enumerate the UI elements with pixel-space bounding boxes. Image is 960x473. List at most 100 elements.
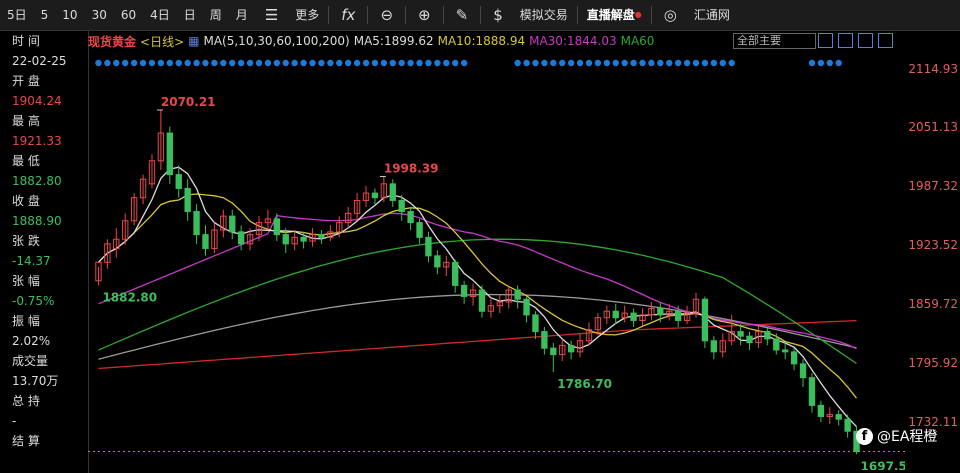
period-5[interactable]: 4日 xyxy=(143,0,177,30)
info-label-3: 最 低 xyxy=(12,154,40,168)
fx678-icon[interactable]: ◎ xyxy=(654,6,687,24)
candle-body xyxy=(460,284,468,297)
signal-dot xyxy=(344,59,352,67)
candle-body xyxy=(202,234,209,249)
info-panel: 时 间 22-02-25 开 盘 1904.24 最 高 1921.33 最 低 1882.8… xyxy=(0,31,89,473)
candle-body xyxy=(674,310,682,321)
candle-body xyxy=(808,377,816,406)
candle-body xyxy=(817,404,825,417)
live-button[interactable]: 直播解盘● xyxy=(580,0,649,30)
signal-dot xyxy=(416,59,423,67)
period-3[interactable]: 30 xyxy=(85,0,114,30)
draw-pen-icon[interactable]: ✎ xyxy=(446,6,479,24)
candle-body xyxy=(567,344,575,353)
candle-body xyxy=(835,414,842,420)
ma10-line xyxy=(98,193,858,399)
view-select[interactable]: 全部主要 xyxy=(733,33,816,49)
period-0[interactable]: 5日 xyxy=(0,0,34,30)
fx-button[interactable]: fx xyxy=(331,6,365,24)
layout-view-icon[interactable] xyxy=(878,33,893,48)
signal-dot xyxy=(184,59,191,67)
period-2[interactable]: 10 xyxy=(55,0,84,30)
signal-dot xyxy=(701,59,709,67)
candle-body xyxy=(799,363,807,379)
period-6[interactable]: 日 xyxy=(177,0,203,30)
signal-dot xyxy=(202,59,209,67)
ma200-line xyxy=(98,319,857,370)
signal-dot xyxy=(95,59,102,67)
signal-dot xyxy=(166,59,174,67)
ma-params[interactable]: MA(5,10,30,60,100,200) xyxy=(203,34,349,48)
candle-body xyxy=(532,314,539,333)
split-view-icon[interactable] xyxy=(838,33,853,48)
trade-icon[interactable]: $ xyxy=(483,6,513,24)
candle-body xyxy=(425,236,432,257)
candle-body xyxy=(657,307,664,316)
candle-body xyxy=(434,255,441,268)
y-tick-label: 1795.92 xyxy=(908,355,958,370)
signal-dot xyxy=(826,59,833,67)
signal-dot xyxy=(559,59,566,67)
signal-dot xyxy=(139,59,147,67)
signal-dot xyxy=(719,59,726,67)
signal-dot xyxy=(211,59,218,67)
period-1[interactable]: 5 xyxy=(34,0,56,30)
signal-dot xyxy=(523,59,530,67)
candle-body xyxy=(514,289,521,300)
signal-dot xyxy=(380,59,388,67)
signal-dot xyxy=(674,59,682,67)
info-value-4: 1888.90 xyxy=(12,214,62,228)
ma5-legend: MA5:1899.62 xyxy=(353,34,434,48)
candle-body xyxy=(452,261,459,286)
fx678-button[interactable]: 汇通网 xyxy=(687,0,737,30)
period-label[interactable]: <日线> xyxy=(140,33,184,50)
signal-dot xyxy=(603,59,611,67)
info-label-8: 成交量 xyxy=(12,354,49,368)
candle-body xyxy=(371,192,379,199)
more-icon[interactable]: ☰ xyxy=(255,6,288,24)
info-label-4: 收 盘 xyxy=(12,194,40,208)
candle-body xyxy=(790,351,798,365)
signal-dot xyxy=(389,59,396,67)
more-button[interactable]: 更多 xyxy=(288,0,326,30)
period-4[interactable]: 60 xyxy=(114,0,143,30)
period-8[interactable]: 月 xyxy=(229,0,255,30)
candle-body xyxy=(300,236,307,242)
candlestick-chart[interactable]: 2070.21 1998.39 1882.80 1786.70 1697.53 xyxy=(88,50,905,470)
signal-dot xyxy=(460,59,468,67)
view-mode-icons xyxy=(818,33,898,48)
trade-button[interactable]: 模拟交易 xyxy=(513,0,575,30)
y-tick-label: 2114.93 xyxy=(908,61,958,76)
annotation-label-3: 1786.70 xyxy=(557,377,612,391)
candle-body xyxy=(273,218,281,236)
info-value-7: 2.02% xyxy=(12,334,51,348)
signal-dot xyxy=(309,59,316,67)
zoom-in-icon[interactable]: ⊕ xyxy=(408,6,441,24)
y-axis: 2114.93 2051.13 1987.32 1923.52 1859.72 1795.… xyxy=(905,45,960,465)
signal-dot xyxy=(371,59,379,67)
info-value-2: 1921.33 xyxy=(12,134,62,148)
candle-body xyxy=(175,174,182,189)
signal-dot xyxy=(130,59,138,67)
signal-dot xyxy=(327,59,334,67)
signal-dot xyxy=(175,59,182,67)
signal-dot xyxy=(808,59,816,67)
info-label-5: 张 跌 xyxy=(12,234,40,248)
signal-dot xyxy=(157,59,165,67)
full-view-icon[interactable] xyxy=(858,33,873,48)
signal-dot xyxy=(550,59,557,67)
ma60-legend: MA60 xyxy=(620,34,655,48)
candle-body xyxy=(282,234,289,245)
signal-dot xyxy=(273,59,281,67)
signal-dot xyxy=(443,59,450,67)
signal-dot xyxy=(237,59,245,67)
signal-dot xyxy=(113,59,120,67)
candle-body xyxy=(184,187,191,213)
y-tick-label: 1987.32 xyxy=(908,179,958,194)
signal-dot xyxy=(255,59,263,67)
zoom-out-icon[interactable]: ⊖ xyxy=(370,6,403,24)
candle-body xyxy=(237,231,245,245)
period-7[interactable]: 周 xyxy=(203,0,229,30)
grid-view-icon[interactable] xyxy=(818,33,833,48)
ma10-legend: MA10:1888.94 xyxy=(437,34,526,48)
